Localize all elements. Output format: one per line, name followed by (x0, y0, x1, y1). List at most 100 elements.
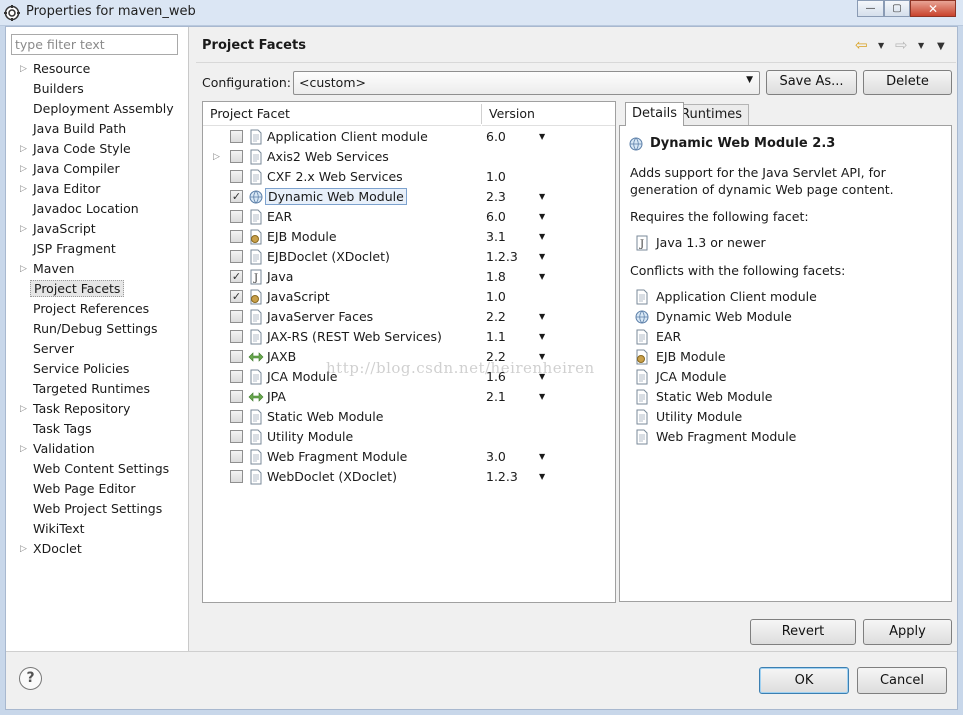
version-dropdown-icon[interactable]: ▼ (539, 468, 545, 485)
facet-row[interactable]: Web Fragment Module 3.0 ▼ (203, 447, 615, 467)
version-dropdown-icon[interactable]: ▼ (539, 448, 545, 465)
sidebar-item-server[interactable]: Server (0, 339, 189, 359)
version-dropdown-icon[interactable]: ▼ (539, 248, 545, 265)
help-icon[interactable]: ? (19, 667, 42, 690)
facet-row[interactable]: EAR 6.0 ▼ (203, 207, 615, 227)
sidebar-item-task-repository[interactable]: ▷ Task Repository (0, 399, 189, 419)
facet-checkbox[interactable] (230, 470, 243, 483)
facet-row[interactable]: ▷ Axis2 Web Services (203, 147, 615, 167)
facet-row[interactable]: ✓ J Java 1.8 ▼ (203, 267, 615, 287)
facet-checkbox[interactable] (230, 370, 243, 383)
sidebar-item-deployment-assembly[interactable]: Deployment Assembly (0, 99, 189, 119)
sidebar-item-task-tags[interactable]: Task Tags (0, 419, 189, 439)
sidebar-item-web-content-settings[interactable]: Web Content Settings (0, 459, 189, 479)
facet-row[interactable]: Application Client module 6.0 ▼ (203, 127, 615, 147)
facet-version[interactable]: 2.3 (486, 188, 506, 205)
facet-row[interactable]: CXF 2.x Web Services 1.0 (203, 167, 615, 187)
facet-version[interactable]: 1.2.3 (486, 468, 518, 485)
facet-version[interactable]: 6.0 (486, 208, 506, 225)
column-header-facet[interactable]: Project Facet (203, 102, 481, 126)
version-dropdown-icon[interactable]: ▼ (539, 328, 545, 345)
sidebar-item-web-project-settings[interactable]: Web Project Settings (0, 499, 189, 519)
facet-checkbox[interactable] (230, 450, 243, 463)
facet-row[interactable]: WebDoclet (XDoclet) 1.2.3 ▼ (203, 467, 615, 487)
facet-row[interactable]: JavaServer Faces 2.2 ▼ (203, 307, 615, 327)
maximize-button[interactable]: ▢ (884, 0, 910, 17)
expand-arrow-icon[interactable]: ▷ (20, 139, 30, 159)
sidebar-item-jsp-fragment[interactable]: JSP Fragment (0, 239, 189, 259)
facet-checkbox[interactable] (230, 350, 243, 363)
sidebar-item-web-page-editor[interactable]: Web Page Editor (0, 479, 189, 499)
facet-row[interactable]: JPA 2.1 ▼ (203, 387, 615, 407)
forward-arrow-icon[interactable]: ⇨ (895, 37, 908, 53)
apply-button[interactable]: Apply (863, 619, 952, 645)
facet-checkbox[interactable] (230, 310, 243, 323)
filter-input[interactable] (11, 34, 178, 55)
close-button[interactable]: ✕ (910, 0, 956, 17)
facet-checkbox[interactable] (230, 210, 243, 223)
back-dropdown-icon[interactable]: ▼ (878, 41, 884, 50)
facet-checkbox[interactable] (230, 250, 243, 263)
expand-arrow-icon[interactable]: ▷ (213, 147, 220, 167)
expand-arrow-icon[interactable]: ▷ (20, 399, 30, 419)
facet-row[interactable]: ✓ Dynamic Web Module 2.3 ▼ (203, 187, 615, 207)
sidebar-item-xdoclet[interactable]: ▷ XDoclet (0, 539, 189, 559)
facet-row[interactable]: JAX-RS (REST Web Services) 1.1 ▼ (203, 327, 615, 347)
facet-version[interactable]: 1.8 (486, 268, 506, 285)
facet-checkbox[interactable] (230, 230, 243, 243)
facet-version[interactable]: 1.1 (486, 328, 506, 345)
expand-arrow-icon[interactable]: ▷ (20, 539, 30, 559)
facet-checkbox[interactable] (230, 410, 243, 423)
back-arrow-icon[interactable]: ⇦ (855, 37, 868, 53)
sidebar-item-java-compiler[interactable]: ▷ Java Compiler (0, 159, 189, 179)
facet-checkbox[interactable] (230, 130, 243, 143)
facet-checkbox[interactable]: ✓ (230, 190, 243, 203)
version-dropdown-icon[interactable]: ▼ (539, 128, 545, 145)
sidebar-item-targeted-runtimes[interactable]: Targeted Runtimes (0, 379, 189, 399)
sidebar-item-project-facets[interactable]: Project Facets (0, 279, 189, 299)
sidebar-item-validation[interactable]: ▷ Validation (0, 439, 189, 459)
facet-checkbox[interactable] (230, 150, 243, 163)
sidebar-item-java-editor[interactable]: ▷ Java Editor (0, 179, 189, 199)
cancel-button[interactable]: Cancel (857, 667, 947, 694)
configuration-select[interactable]: <custom> ▼ (293, 71, 760, 95)
facet-version[interactable]: 3.0 (486, 448, 506, 465)
sidebar-item-java-build-path[interactable]: Java Build Path (0, 119, 189, 139)
version-dropdown-icon[interactable]: ▼ (539, 228, 545, 245)
tab-runtimes[interactable]: Runtimes (674, 104, 750, 126)
version-dropdown-icon[interactable]: ▼ (539, 268, 545, 285)
facet-checkbox[interactable] (230, 330, 243, 343)
revert-button[interactable]: Revert (750, 619, 856, 645)
facet-checkbox[interactable] (230, 430, 243, 443)
expand-arrow-icon[interactable]: ▷ (20, 59, 30, 79)
minimize-button[interactable]: — (857, 0, 884, 17)
ok-button[interactable]: OK (759, 667, 849, 694)
sidebar-item-builders[interactable]: Builders (0, 79, 189, 99)
facet-version[interactable]: 3.1 (486, 228, 506, 245)
facet-row[interactable]: EJBDoclet (XDoclet) 1.2.3 ▼ (203, 247, 615, 267)
save-as-button[interactable]: Save As... (766, 70, 857, 95)
sidebar-item-resource[interactable]: ▷ Resource (0, 59, 189, 79)
facet-row[interactable]: Utility Module (203, 427, 615, 447)
sidebar-item-run-debug-settings[interactable]: Run/Debug Settings (0, 319, 189, 339)
version-dropdown-icon[interactable]: ▼ (539, 208, 545, 225)
sidebar-item-maven[interactable]: ▷ Maven (0, 259, 189, 279)
sidebar-item-javadoc-location[interactable]: Javadoc Location (0, 199, 189, 219)
facet-checkbox[interactable]: ✓ (230, 270, 243, 283)
version-dropdown-icon[interactable]: ▼ (539, 308, 545, 325)
delete-button[interactable]: Delete (863, 70, 952, 95)
facet-row[interactable]: Static Web Module (203, 407, 615, 427)
facet-version[interactable]: 2.2 (486, 308, 506, 325)
expand-arrow-icon[interactable]: ▷ (20, 179, 30, 199)
expand-arrow-icon[interactable]: ▷ (20, 259, 30, 279)
facet-version[interactable]: 6.0 (486, 128, 506, 145)
sidebar-item-wikitext[interactable]: WikiText (0, 519, 189, 539)
facet-version[interactable]: 1.2.3 (486, 248, 518, 265)
forward-dropdown-icon[interactable]: ▼ (918, 41, 924, 50)
column-header-version[interactable]: Version (482, 102, 615, 126)
facet-checkbox[interactable] (230, 170, 243, 183)
version-dropdown-icon[interactable]: ▼ (539, 388, 545, 405)
sidebar-item-java-code-style[interactable]: ▷ Java Code Style (0, 139, 189, 159)
facet-version[interactable]: 2.1 (486, 388, 506, 405)
view-menu-icon[interactable]: ▼ (937, 41, 945, 52)
